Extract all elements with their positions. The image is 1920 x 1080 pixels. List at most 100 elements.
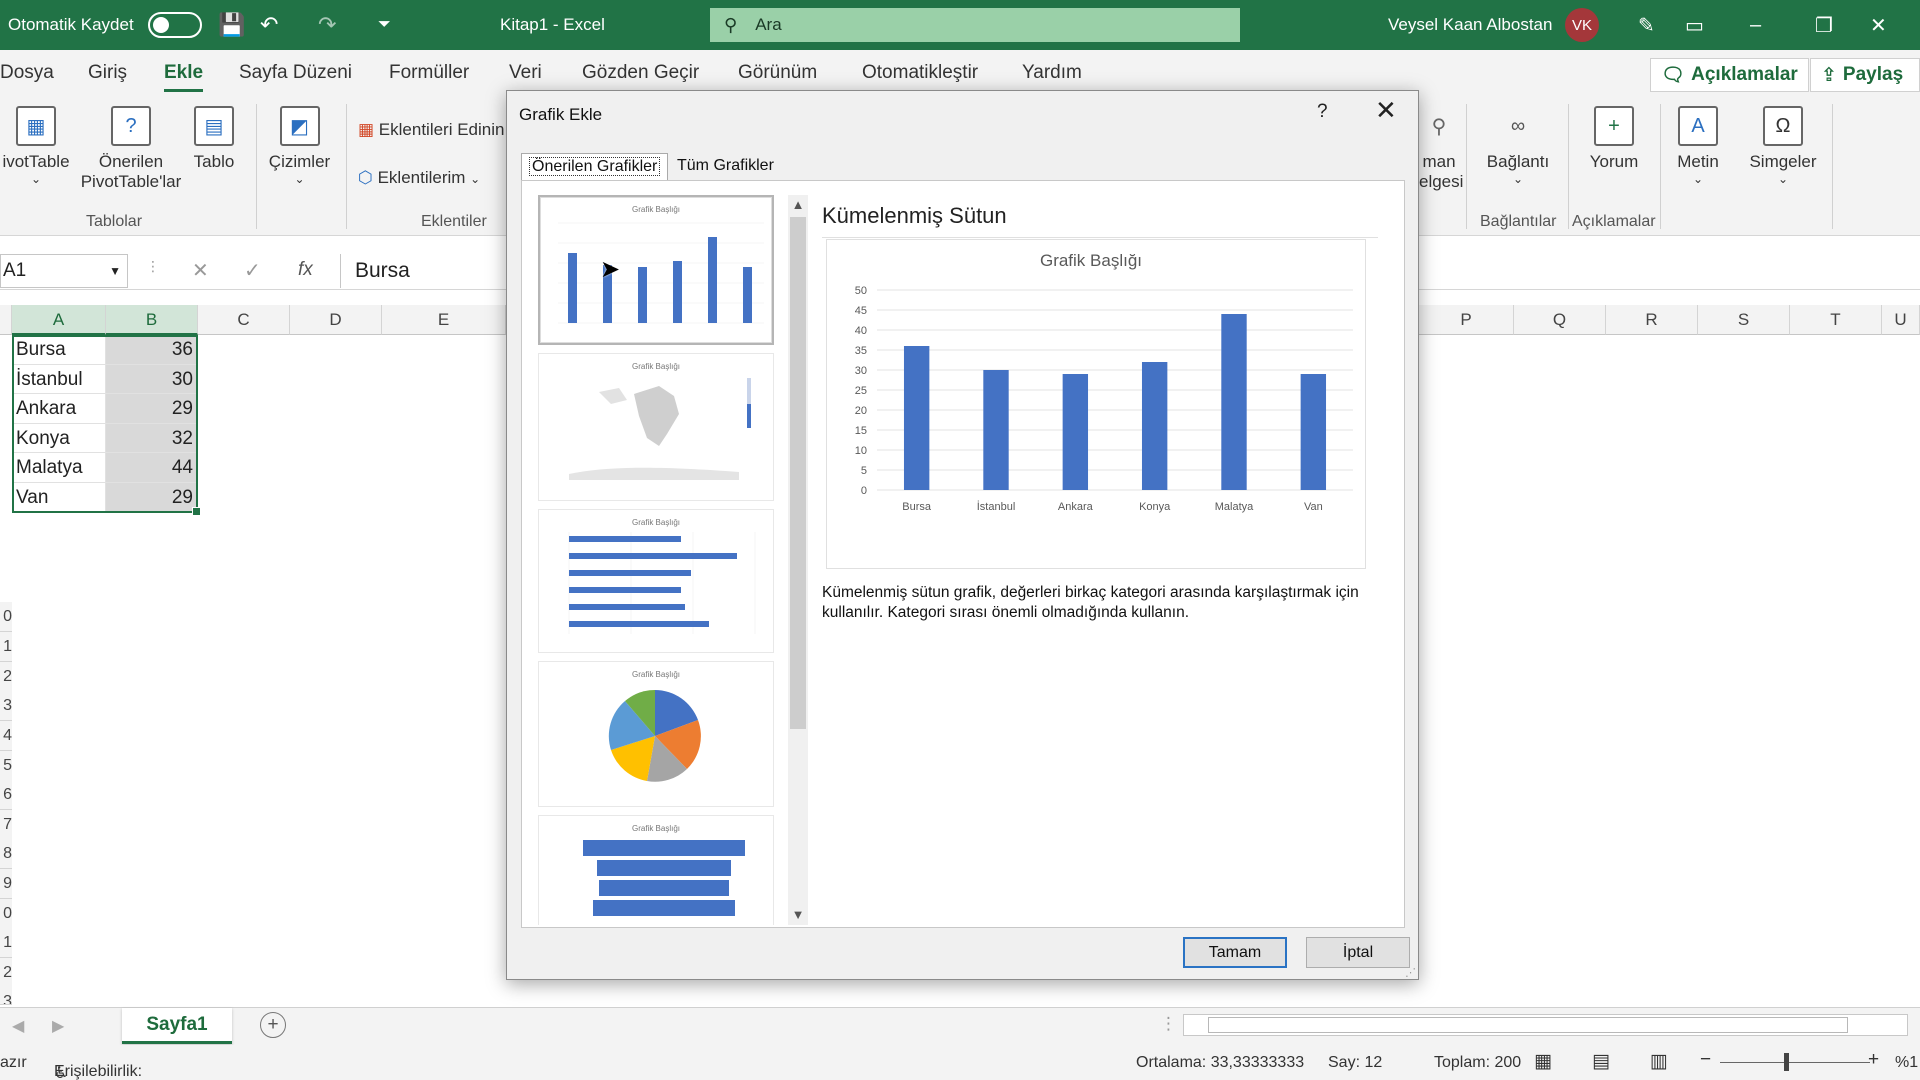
resize-grip-icon[interactable]: ⋰ [1405, 966, 1416, 979]
sheet-tab[interactable]: Sayfa1 [122, 1008, 232, 1044]
scroll-up-icon[interactable]: ▲ [788, 197, 808, 212]
tab-view[interactable]: Görünüm [738, 62, 817, 84]
cell-name[interactable]: Van [12, 483, 106, 513]
tab-automate[interactable]: Otomatikleştir [862, 62, 978, 84]
autosave[interactable]: Otomatik Kaydet [8, 0, 202, 50]
row-number[interactable]: 3 [0, 987, 12, 1005]
page-layout-view-icon[interactable]: ▤ [1592, 1050, 1610, 1073]
thumbnail-clustered-column[interactable]: Grafik Başlığı [538, 195, 774, 345]
text-button[interactable]: A Metin ⌄ [1668, 106, 1728, 186]
zoom-level[interactable]: %1 [1895, 1054, 1918, 1072]
name-box[interactable]: A1 ▼ [0, 254, 128, 288]
drawings-button[interactable]: ◩ Çizimler ⌄ [262, 106, 337, 186]
scroll-thumb[interactable] [1208, 1017, 1848, 1033]
ok-button[interactable]: Tamam [1183, 937, 1287, 968]
column-header[interactable]: U [1882, 305, 1920, 335]
thumbnail-funnel-chart[interactable]: Grafik Başlığı [538, 815, 774, 925]
column-header[interactable]: E [382, 305, 506, 335]
row-number[interactable]: 1 [0, 632, 12, 662]
avatar[interactable]: VK [1565, 0, 1599, 50]
cell-value[interactable]: 36 [106, 335, 198, 365]
pen-icon[interactable]: ✎ [1638, 0, 1655, 50]
help-button[interactable]: ? [1317, 101, 1328, 123]
close-icon[interactable]: ✕ [1375, 97, 1397, 123]
zoom-out-icon[interactable]: − [1700, 1049, 1711, 1071]
tab-help[interactable]: Yardım [1022, 62, 1082, 84]
column-header[interactable]: C [198, 305, 290, 335]
column-header[interactable]: A [12, 305, 106, 335]
tab-page-layout[interactable]: Sayfa Düzeni [239, 62, 352, 84]
row-number[interactable]: 1 [0, 928, 12, 958]
horizontal-scrollbar[interactable] [1183, 1014, 1908, 1036]
row-number[interactable]: 6 [0, 780, 12, 810]
zoom-slider[interactable] [1720, 1062, 1870, 1063]
thumbnail-bar-chart[interactable]: Grafik Başlığı [538, 509, 774, 653]
customize-qat-icon[interactable]: ⏷ [378, 0, 391, 50]
page-break-view-icon[interactable]: ▥ [1650, 1050, 1668, 1073]
symbols-button[interactable]: Ω Simgeler ⌄ [1740, 106, 1826, 186]
link-button[interactable]: ∞ Bağlantı ⌄ [1476, 106, 1560, 187]
add-sheet-icon[interactable]: + [260, 1012, 286, 1038]
comments-button[interactable]: 🗨 Açıklamalar [1650, 58, 1809, 92]
row-number[interactable]: 5 [0, 751, 12, 781]
column-header[interactable]: Q [1514, 305, 1606, 335]
row-number[interactable]: 0 [0, 899, 12, 929]
share-button[interactable]: ⇪ Paylaş [1810, 58, 1920, 92]
cell-name[interactable]: Malatya [12, 453, 106, 483]
cell-value[interactable]: 44 [106, 453, 198, 483]
enter-icon[interactable]: ✓ [244, 258, 261, 283]
minimize-icon[interactable]: – [1750, 0, 1814, 50]
row-number[interactable]: 7 [0, 810, 12, 840]
cell-name[interactable]: Ankara [12, 394, 106, 424]
tab-review[interactable]: Gözden Geçir [582, 62, 699, 84]
cell-name[interactable]: Bursa [12, 335, 106, 365]
splitter-icon[interactable]: ⋮ [1160, 1014, 1177, 1034]
column-header[interactable]: T [1790, 305, 1882, 335]
column-header[interactable]: R [1606, 305, 1698, 335]
thumbnail-scrollbar[interactable]: ▲ ▼ [788, 195, 808, 925]
row-number[interactable]: 2 [0, 662, 12, 692]
cancel-button[interactable]: İptal [1306, 937, 1410, 968]
scroll-right-icon[interactable]: ▶ [52, 1016, 64, 1036]
column-header[interactable]: P [1419, 305, 1514, 335]
tab-insert[interactable]: Ekle [164, 62, 204, 92]
search-box[interactable]: ⚲ Ara [710, 8, 1240, 42]
comment-button[interactable]: + Yorum [1574, 106, 1654, 172]
ribbon-display-icon[interactable]: ▭ [1685, 0, 1749, 50]
row-number[interactable]: 0 [0, 602, 12, 632]
insert-function-icon[interactable]: fx [298, 259, 313, 281]
scroll-left-icon[interactable]: ◀ [12, 1016, 24, 1036]
thumbnail-map-chart[interactable]: Grafik Başlığı [538, 353, 774, 501]
tab-all-charts[interactable]: Tüm Grafikler [670, 153, 781, 181]
column-header[interactable]: D [290, 305, 382, 335]
cell-value[interactable]: 32 [106, 423, 198, 454]
row-number[interactable]: 3 [0, 691, 12, 721]
column-header[interactable]: B [106, 305, 198, 335]
tab-file[interactable]: Dosya [0, 62, 54, 84]
zoom-slider-thumb[interactable] [1784, 1053, 1789, 1071]
select-all-corner[interactable] [0, 305, 12, 335]
cell-value[interactable]: 29 [106, 483, 198, 513]
save-icon[interactable]: 💾 [218, 0, 245, 50]
my-addins-button[interactable]: ⬡ Eklentilerim ⌄ [358, 168, 480, 188]
normal-view-icon[interactable]: ▦ [1534, 1050, 1552, 1073]
cell-value[interactable]: 30 [106, 364, 198, 395]
tab-home[interactable]: Giriş [88, 62, 127, 84]
get-addins-button[interactable]: ▦ Eklentileri Edinin [358, 120, 504, 140]
tab-data[interactable]: Veri [509, 62, 542, 84]
row-number[interactable]: 4 [0, 721, 12, 751]
tab-formulas[interactable]: Formüller [389, 62, 469, 84]
autosave-toggle[interactable] [147, 12, 202, 38]
cell-name[interactable]: Konya [12, 423, 106, 454]
thumbnail-pie-chart[interactable]: Grafik Başlığı [538, 661, 774, 807]
scroll-thumb[interactable] [790, 217, 806, 729]
cell-value[interactable]: 29 [106, 394, 198, 424]
redo-icon[interactable]: ↷ [318, 0, 336, 50]
user-name[interactable]: Veysel Kaan Albostan [1388, 0, 1552, 50]
cancel-icon[interactable]: ✕ [192, 258, 209, 283]
recommended-pivot-button[interactable]: ? Önerilen PivotTable'lar [76, 106, 186, 192]
row-number[interactable]: 2 [0, 958, 12, 988]
pivottable-button[interactable]: ▦ ivotTable ⌄ [0, 106, 72, 186]
partial-button[interactable]: ⚲ man elgesi [1419, 106, 1463, 192]
table-button[interactable]: ▤ Tablo [188, 106, 240, 172]
